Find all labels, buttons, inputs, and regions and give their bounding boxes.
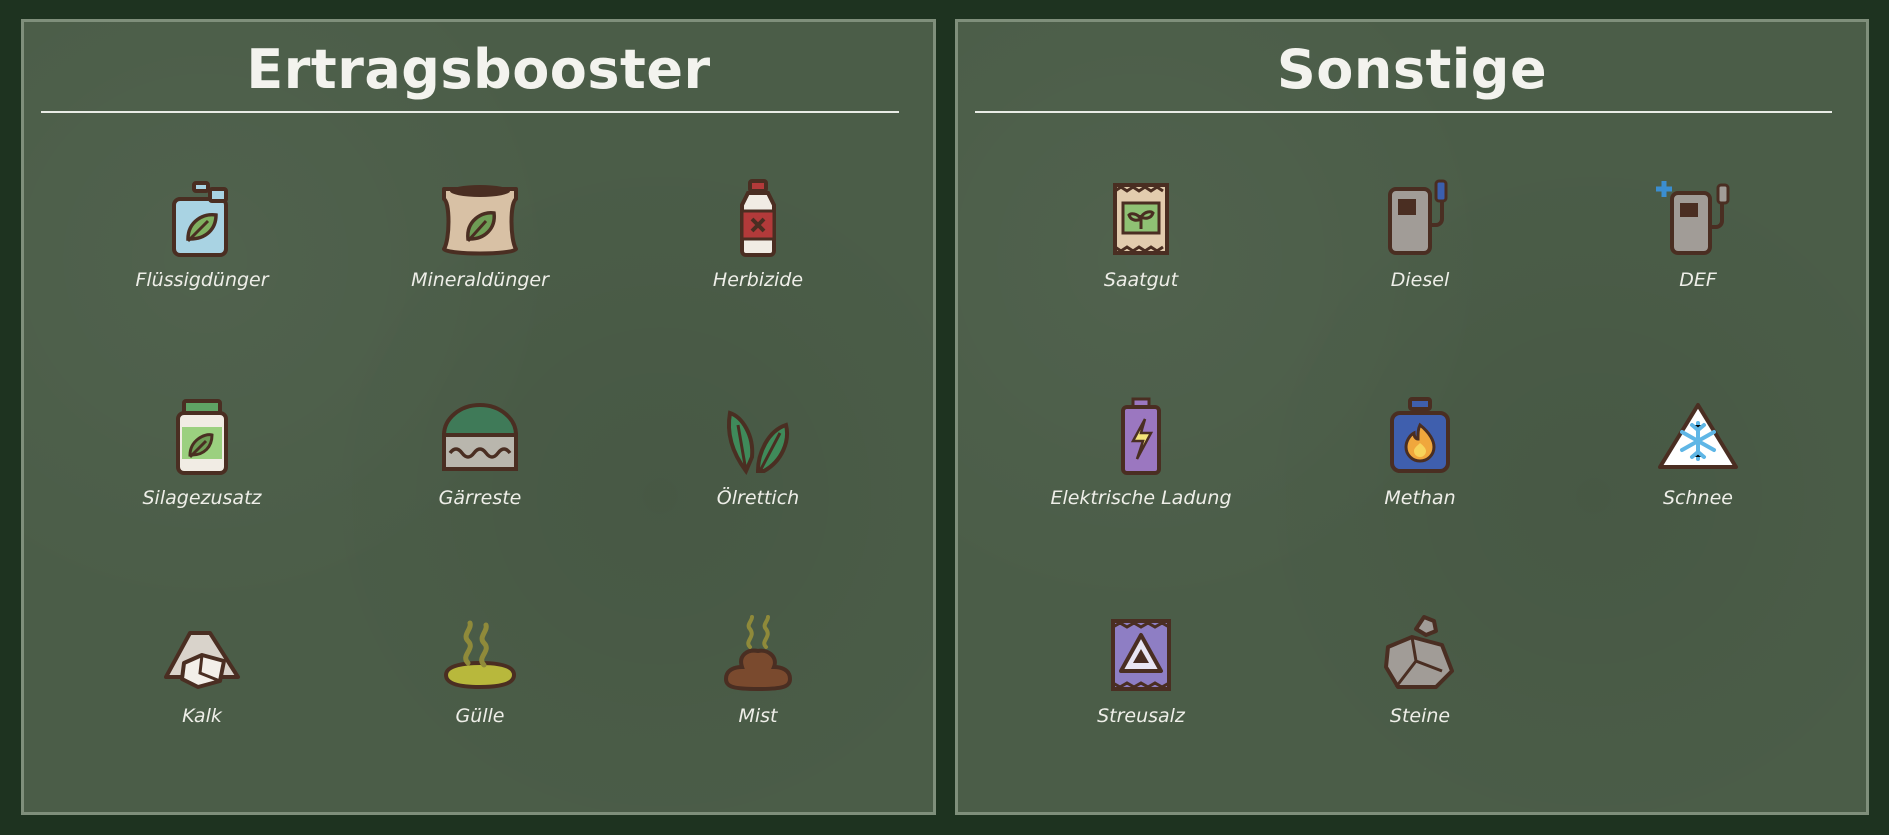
item-gaerreste[interactable]: Gärreste	[360, 395, 600, 545]
item-fluessigduenger[interactable]: Flüssigdünger	[82, 177, 322, 327]
item-mist[interactable]: Mist	[638, 613, 878, 763]
silage-additive-icon	[160, 395, 244, 479]
item-label: Mist	[738, 705, 778, 727]
item-diesel[interactable]: Diesel	[1300, 177, 1540, 327]
title-divider	[975, 111, 1832, 113]
item-steine[interactable]: Steine	[1300, 613, 1540, 763]
panel-title: Sonstige	[1276, 38, 1548, 101]
lime-icon	[160, 613, 244, 697]
item-label: Gärreste	[438, 487, 522, 509]
item-oelrettich[interactable]: Ölrettich	[638, 395, 878, 545]
item-label: Diesel	[1390, 269, 1450, 291]
item-mineralduenger[interactable]: Mineraldünger	[360, 177, 600, 327]
item-label: Methan	[1384, 487, 1456, 509]
stones-icon	[1378, 613, 1462, 697]
panel-sonstige: Sonstige Saatgut Diesel DEF Elektrische …	[955, 19, 1869, 815]
methane-tank-icon	[1378, 395, 1462, 479]
item-label: Silagezusatz	[142, 487, 262, 509]
manure-icon	[716, 613, 800, 697]
item-label: Saatgut	[1103, 269, 1179, 291]
herbicide-icon	[716, 177, 800, 261]
item-elektrische-ladung[interactable]: Elektrische Ladung	[1021, 395, 1261, 545]
item-label: Elektrische Ladung	[1050, 487, 1232, 509]
item-label: Kalk	[182, 705, 222, 727]
snow-icon	[1656, 395, 1740, 479]
item-label: Gülle	[455, 705, 505, 727]
item-label: Streusalz	[1097, 705, 1185, 727]
liquid-fertilizer-icon	[160, 177, 244, 261]
oilseed-radish-icon	[716, 395, 800, 479]
item-label: Herbizide	[712, 269, 804, 291]
title-divider	[41, 111, 899, 113]
item-label: DEF	[1679, 269, 1717, 291]
item-silagezusatz[interactable]: Silagezusatz	[82, 395, 322, 545]
mineral-fertilizer-icon	[438, 177, 522, 261]
item-guelle[interactable]: Gülle	[360, 613, 600, 763]
item-schnee[interactable]: Schnee	[1578, 395, 1818, 545]
item-label: Schnee	[1663, 487, 1733, 509]
item-kalk[interactable]: Kalk	[82, 613, 322, 763]
digestate-icon	[438, 395, 522, 479]
item-saatgut[interactable]: Saatgut	[1021, 177, 1261, 327]
item-methan[interactable]: Methan	[1300, 395, 1540, 545]
panel-ertragsbooster: Ertragsbooster Flüssigdünger Mineraldüng…	[21, 19, 936, 815]
item-label: Ölrettich	[716, 487, 800, 509]
battery-icon	[1099, 395, 1183, 479]
diesel-pump-icon	[1378, 177, 1462, 261]
seed-icon	[1099, 177, 1183, 261]
item-def[interactable]: DEF	[1578, 177, 1818, 327]
item-label: Steine	[1389, 705, 1451, 727]
item-streusalz[interactable]: Streusalz	[1021, 613, 1261, 763]
item-label: Mineraldünger	[411, 269, 549, 291]
road-salt-icon	[1099, 613, 1183, 697]
item-label: Flüssigdünger	[135, 269, 269, 291]
slurry-icon	[438, 613, 522, 697]
panel-title: Ertragsbooster	[246, 38, 711, 101]
def-pump-icon	[1656, 177, 1740, 261]
item-herbizide[interactable]: Herbizide	[638, 177, 878, 327]
